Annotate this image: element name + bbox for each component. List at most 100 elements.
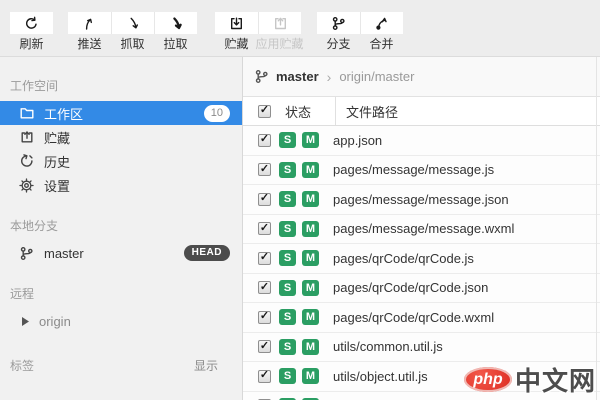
status-badge-s: S	[279, 191, 296, 208]
row-checkbox[interactable]	[258, 369, 271, 383]
sidebar-item-history[interactable]: 历史	[0, 149, 242, 173]
toolbar-merge-button[interactable]: 合并	[360, 12, 403, 50]
breadcrumb-separator: ›	[326, 68, 332, 85]
toolbar-branch-button[interactable]: 分支	[317, 12, 360, 50]
file-row[interactable]: SMapp.json	[243, 126, 600, 156]
toolbar-button-label: 贮藏	[224, 37, 249, 51]
push-icon	[68, 12, 111, 34]
sidebar-item-label: 贮藏	[44, 130, 71, 146]
toolbar-refresh-button[interactable]: 刷新	[10, 12, 53, 50]
folder-icon	[18, 105, 35, 122]
fetch-icon	[111, 12, 154, 34]
sidebar-item-settings[interactable]: 设置	[0, 173, 242, 197]
column-divider	[335, 97, 336, 125]
section-title-label: 工作空间	[10, 79, 59, 93]
toolbar-button-label: 拉取	[163, 37, 188, 51]
breadcrumb: master › origin/master	[243, 57, 600, 97]
toolbar-button-label: 应用贮藏	[255, 37, 304, 51]
sidebar-item-stash[interactable]: 贮藏	[0, 125, 242, 149]
file-path: app.json	[333, 132, 383, 148]
sidebar-item-label: 设置	[44, 178, 71, 194]
status-badge-s: S	[279, 338, 296, 355]
watermark-text: 中文网	[514, 366, 596, 396]
row-checkbox[interactable]	[258, 163, 271, 177]
row-checkbox[interactable]	[258, 340, 271, 354]
sidebar-item-remote-origin[interactable]: origin	[0, 309, 242, 333]
status-badge-s: S	[279, 309, 296, 326]
file-path: pages/qrCode/qrCode.js	[333, 250, 474, 266]
breadcrumb-branch: master	[276, 69, 319, 84]
row-checkbox[interactable]	[258, 310, 271, 324]
status-badge-m: M	[302, 161, 319, 178]
status-badge-m: M	[302, 191, 319, 208]
toolbar: 刷新 推送 抓取 拉取 贮藏 应用贮藏 分支 合并	[0, 0, 600, 57]
sidebar-item-branch-master[interactable]: master HEAD	[0, 241, 242, 265]
row-checkbox[interactable]	[258, 222, 271, 236]
toolbar-fetch-button[interactable]: 抓取	[111, 12, 154, 50]
toolbar-group: 分支 合并	[317, 12, 403, 50]
pull-icon	[154, 12, 197, 34]
row-checkbox[interactable]	[258, 133, 271, 147]
file-row[interactable]: SMpages/qrCode/qrCode.json	[243, 273, 600, 303]
breadcrumb-upstream: origin/master	[339, 69, 415, 84]
file-path: pages/qrCode/qrCode.json	[333, 280, 489, 296]
status-badge-m: M	[302, 338, 319, 355]
status-badge-s: S	[279, 250, 296, 267]
sidebar-section-title: 标签 显示	[0, 333, 242, 381]
status-badge-m: M	[302, 368, 319, 385]
row-checkbox[interactable]	[258, 251, 271, 265]
file-path: pages/message/message.json	[333, 191, 509, 207]
status-badge-m: M	[302, 220, 319, 237]
file-row[interactable]: SMpages/message/message.json	[243, 185, 600, 215]
file-path: utils/object.util.js	[333, 368, 428, 384]
status-badge-m: M	[302, 132, 319, 149]
tags-show-link[interactable]: 显示	[194, 357, 232, 374]
file-path: pages/message/message.js	[333, 162, 495, 178]
file-path: pages/message/message.wxml	[333, 221, 515, 237]
branch-icon	[317, 12, 360, 34]
status-badge-m: M	[302, 279, 319, 296]
sidebar-section-title: 工作空间	[0, 57, 242, 101]
sidebar-item-label: 工作区	[44, 106, 84, 122]
file-row[interactable]: SMpages/qrCode/qrCode.js	[243, 244, 600, 274]
section-title-label: 标签	[10, 359, 35, 373]
toolbar-button-label: 抓取	[120, 37, 145, 51]
main-panel: master › origin/master 状态 文件路径 SMapp.jso…	[243, 57, 600, 400]
file-row[interactable]: SMpages/message/message.js	[243, 155, 600, 185]
sidebar-item-label: 历史	[44, 154, 71, 170]
refresh-icon	[10, 12, 53, 34]
file-path: utils/common.util.js	[333, 339, 443, 355]
toolbar-button-label: 合并	[369, 37, 394, 51]
section-title-label: 远程	[10, 287, 35, 301]
status-column-header: 状态	[285, 104, 312, 120]
status-badge-s: S	[279, 220, 296, 237]
row-checkbox[interactable]	[258, 192, 271, 206]
branch-icon	[253, 68, 270, 85]
toolbar-stash-button[interactable]: 贮藏	[215, 12, 258, 50]
toolbar-group: 贮藏 应用贮藏	[215, 12, 304, 51]
file-row[interactable]: SMpages/qrCode/qrCode.wxml	[243, 303, 600, 333]
count-badge: 10	[203, 104, 230, 122]
status-badge-m: M	[302, 309, 319, 326]
toolbar-group: 推送 抓取 拉取	[68, 12, 197, 50]
toolbar-push-button[interactable]: 推送	[68, 12, 111, 50]
sidebar-item-workspace[interactable]: 工作区 10	[0, 101, 242, 125]
sidebar-item-label: origin	[39, 313, 71, 329]
file-row[interactable]: SMpages/message/message.wxml	[243, 214, 600, 244]
path-column-header: 文件路径	[346, 104, 399, 120]
file-list: SMapp.jsonSMpages/message/message.jsSMpa…	[243, 126, 600, 400]
file-row[interactable]: SMutils/common.util.js	[243, 332, 600, 362]
status-badge-s: S	[279, 161, 296, 178]
toolbar-pull-button[interactable]: 拉取	[154, 12, 197, 50]
section-title-label: 本地分支	[10, 219, 59, 233]
row-checkbox[interactable]	[258, 281, 271, 295]
status-badge-m: M	[302, 250, 319, 267]
sidebar: 工作空间工作区 10 贮藏历史设置本地分支 master HEAD 远程 origin 标签 显…	[0, 57, 243, 400]
history-icon	[18, 153, 35, 170]
toolbar-button-label: 分支	[326, 37, 351, 51]
branch-icon	[18, 245, 35, 262]
gear-icon	[18, 177, 35, 194]
select-all-checkbox[interactable]	[258, 104, 271, 118]
status-badge-s: S	[279, 279, 296, 296]
toolbar-apply-stash-button: 应用贮藏	[255, 12, 304, 51]
